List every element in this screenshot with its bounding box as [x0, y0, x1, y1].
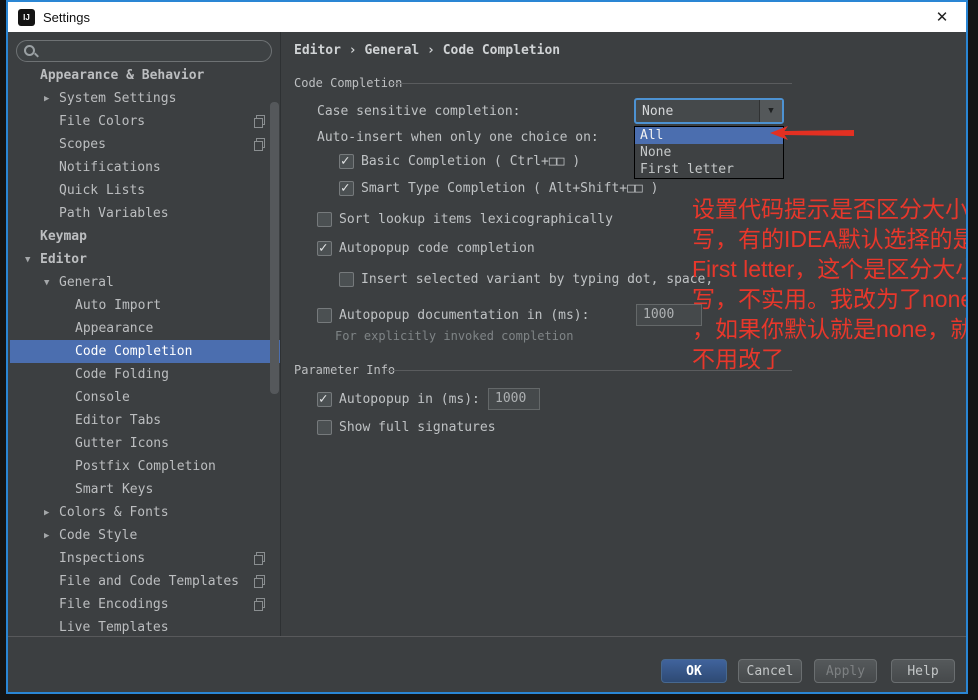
sidebar-item-postfix-completion[interactable]: Postfix Completion: [10, 455, 280, 478]
shared-settings-icon: [254, 575, 265, 588]
chevron-right-icon[interactable]: ▶: [44, 531, 59, 541]
autopopup-ms-row: Autopopup in (ms):: [317, 390, 480, 408]
insert-selected-variant-checkbox[interactable]: [339, 272, 354, 287]
autopopup-code-row: Autopopup code completion: [317, 239, 535, 257]
red-annotation-line: ，如果你默认就是none，就: [692, 314, 968, 344]
section-divider: [386, 370, 792, 371]
checkbox-label: Basic Completion ( Ctrl+□□ ): [361, 154, 580, 169]
checkbox-label: Insert selected variant by typing dot, s…: [361, 272, 713, 287]
show-full-signatures-checkbox[interactable]: [317, 420, 332, 435]
shared-settings-icon: [254, 115, 265, 128]
red-annotation-line: 设置代码提示是否区分大小: [692, 194, 968, 224]
sidebar-item-file-colors[interactable]: File Colors: [10, 110, 280, 133]
basic-completion-row: Basic Completion ( Ctrl+□□ ): [339, 152, 580, 170]
settings-dialog: IJ Settings ✕ Appearance & Behavior ▶Sys…: [6, 0, 968, 694]
search-icon: [24, 44, 38, 58]
autopopup-doc-checkbox[interactable]: [317, 308, 332, 323]
apply-button[interactable]: Apply: [814, 659, 877, 683]
red-annotation-line: 写，不实用。我改为了none: [692, 284, 968, 314]
autopopup-doc-ms-field[interactable]: 1000: [636, 304, 702, 326]
case-sensitive-combobox[interactable]: None ▼: [634, 98, 784, 124]
basic-completion-checkbox[interactable]: [339, 154, 354, 169]
option-none[interactable]: None: [635, 144, 783, 161]
sidebar-item-editor[interactable]: ▼Editor: [10, 248, 280, 271]
checkbox-label: Autopopup in (ms):: [339, 392, 480, 407]
red-annotation-line: First letter，这个是区分大小: [692, 254, 968, 284]
ok-button[interactable]: OK: [661, 659, 727, 683]
combobox-value: None: [636, 100, 759, 122]
sidebar-item-scopes[interactable]: Scopes: [10, 133, 280, 156]
checkbox-label: Show full signatures: [339, 420, 496, 435]
autopopup-ms-field[interactable]: 1000: [488, 388, 540, 410]
settings-tree: Appearance & Behavior ▶System Settings F…: [10, 64, 280, 639]
window-title: Settings: [43, 10, 90, 25]
help-button[interactable]: Help: [891, 659, 955, 683]
sidebar-item-notifications[interactable]: Notifications: [10, 156, 280, 179]
chevron-down-icon[interactable]: ▼: [25, 255, 40, 265]
sidebar-item-gutter-icons[interactable]: Gutter Icons: [10, 432, 280, 455]
red-annotation-line: 写，有的IDEA默认选择的是: [692, 224, 968, 254]
sidebar-item-file-code-templates[interactable]: File and Code Templates: [10, 570, 280, 593]
shared-settings-icon: [254, 138, 265, 151]
sidebar-item-keymap[interactable]: Keymap: [10, 225, 280, 248]
chevron-down-icon: ▼: [768, 106, 773, 116]
red-annotation-text: 设置代码提示是否区分大小写，有的IDEA默认选择的是First letter，这…: [692, 194, 968, 374]
sidebar-item-auto-import[interactable]: Auto Import: [10, 294, 280, 317]
footer-divider: [8, 636, 966, 637]
sidebar-item-console[interactable]: Console: [10, 386, 280, 409]
checkbox-label: Autopopup documentation in (ms):: [339, 308, 589, 323]
autopopup-ms-checkbox[interactable]: [317, 392, 332, 407]
auto-insert-label: Auto-insert when only one choice on:: [317, 130, 599, 145]
option-all[interactable]: All: [635, 127, 783, 144]
shared-settings-icon: [254, 552, 265, 565]
sidebar-item-editor-tabs[interactable]: Editor Tabs: [10, 409, 280, 432]
checkbox-label: Sort lookup items lexicographically: [339, 212, 613, 227]
checkbox-label: Smart Type Completion ( Alt+Shift+□□ ): [361, 181, 658, 196]
autopopup-doc-hint: For explicitly invoked completion: [335, 329, 573, 343]
autopopup-doc-row: Autopopup documentation in (ms):: [317, 306, 589, 324]
case-sensitive-label: Case sensitive completion:: [317, 104, 521, 119]
breadcrumb: Editor › General › Code Completion: [294, 43, 560, 58]
sidebar-item-system-settings[interactable]: ▶System Settings: [10, 87, 280, 110]
sidebar-item-smart-keys[interactable]: Smart Keys: [10, 478, 280, 501]
sidebar-scrollbar[interactable]: [270, 102, 279, 394]
sidebar-item-appearance-behavior[interactable]: Appearance & Behavior: [10, 64, 280, 87]
option-first-letter[interactable]: First letter: [635, 161, 783, 178]
insert-selected-variant-row: Insert selected variant by typing dot, s…: [339, 270, 713, 288]
sidebar-item-path-variables[interactable]: Path Variables: [10, 202, 280, 225]
cancel-button[interactable]: Cancel: [738, 659, 802, 683]
sidebar-item-inspections[interactable]: Inspections: [10, 547, 280, 570]
sidebar-item-file-encodings[interactable]: File Encodings: [10, 593, 280, 616]
sort-lookup-checkbox[interactable]: [317, 212, 332, 227]
sidebar-divider: [280, 32, 281, 636]
sidebar-item-code-folding[interactable]: Code Folding: [10, 363, 280, 386]
autopopup-code-checkbox[interactable]: [317, 241, 332, 256]
section-title-code-completion: Code Completion: [294, 76, 402, 90]
shared-settings-icon: [254, 598, 265, 611]
section-title-parameter-info: Parameter Info: [294, 363, 395, 377]
sidebar-item-code-completion[interactable]: Code Completion: [10, 340, 280, 363]
smart-type-completion-checkbox[interactable]: [339, 181, 354, 196]
sort-lookup-row: Sort lookup items lexicographically: [317, 210, 613, 228]
sidebar-item-code-style[interactable]: ▶Code Style: [10, 524, 280, 547]
intellij-logo-icon: IJ: [18, 9, 35, 26]
close-icon[interactable]: ✕: [928, 8, 956, 26]
combobox-popup-list: All None First letter: [634, 126, 784, 179]
combobox-dropdown-button[interactable]: ▼: [759, 100, 782, 122]
section-divider: [390, 83, 792, 84]
chevron-down-icon[interactable]: ▼: [44, 278, 59, 288]
chevron-right-icon[interactable]: ▶: [44, 508, 59, 518]
checkbox-label: Autopopup code completion: [339, 241, 535, 256]
show-full-signatures-row: Show full signatures: [317, 418, 496, 436]
settings-search-box[interactable]: [16, 40, 272, 62]
search-input[interactable]: [38, 43, 271, 60]
sidebar-item-general[interactable]: ▼General: [10, 271, 280, 294]
sidebar-item-quick-lists[interactable]: Quick Lists: [10, 179, 280, 202]
sidebar-item-colors-fonts[interactable]: ▶Colors & Fonts: [10, 501, 280, 524]
title-bar: IJ Settings ✕: [8, 2, 966, 32]
smart-type-completion-row: Smart Type Completion ( Alt+Shift+□□ ): [339, 179, 658, 197]
chevron-right-icon[interactable]: ▶: [44, 94, 59, 104]
sidebar-item-appearance[interactable]: Appearance: [10, 317, 280, 340]
